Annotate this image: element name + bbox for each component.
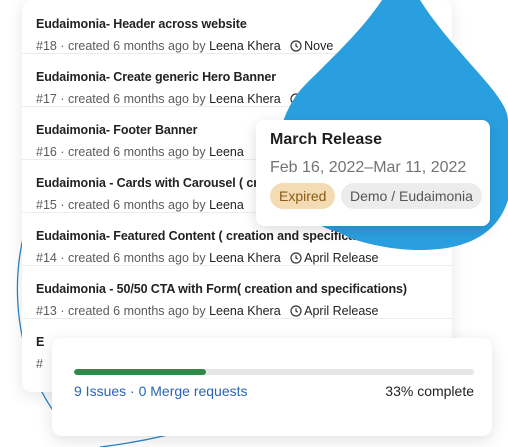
issue-title[interactable]: Eudaimonia - Cards with Carousel ( creat <box>36 176 276 190</box>
issue-author[interactable]: Leena Khera <box>209 251 281 265</box>
issue-item[interactable]: Eudaimonia- Header across website #18 · … <box>22 0 452 54</box>
issue-created: · created 6 months ago by <box>60 145 206 159</box>
issue-meta: #17 · created 6 months ago by Leena Kher… <box>36 92 304 106</box>
issue-number: #16 <box>36 145 57 159</box>
issue-meta: #18 · created 6 months ago by Leena Kher… <box>36 39 333 53</box>
issue-title[interactable]: Eudaimonia- Featured Content ( creation … <box>36 229 389 243</box>
issue-meta: #13 · created 6 months ago by Leena Kher… <box>36 304 378 318</box>
issue-created: · created 6 months ago by <box>60 304 206 318</box>
progress-bar-fill <box>74 369 206 375</box>
clock-icon <box>290 252 302 264</box>
issue-title[interactable]: E <box>36 335 44 349</box>
issue-meta: #15 · created 6 months ago by Leena <box>36 198 244 212</box>
issue-milestone[interactable]: Nove <box>304 39 333 53</box>
issue-meta: #14 · created 6 months ago by Leena Kher… <box>36 251 378 265</box>
milestone-title[interactable]: March Release <box>270 131 382 149</box>
issue-title[interactable]: Eudaimonia - 50/50 CTA with Form( creati… <box>36 282 407 296</box>
issue-number: #18 <box>36 39 57 53</box>
issue-title[interactable]: Eudaimonia- Header across website <box>36 17 247 31</box>
issue-number: #15 <box>36 198 57 212</box>
project-badge[interactable]: Demo / Eudaimonia <box>341 183 482 209</box>
issue-number: #14 <box>36 251 57 265</box>
issue-title[interactable]: Eudaimonia- Footer Banner <box>36 123 198 137</box>
issue-meta: # <box>36 357 43 371</box>
issue-author[interactable]: Leena Khera <box>209 92 281 106</box>
issue-created: · created 6 months ago by <box>60 39 206 53</box>
issue-author[interactable]: Leena Khera <box>209 304 281 318</box>
issue-title[interactable]: Eudaimonia- Create generic Hero Banner <box>36 70 276 84</box>
issue-number: # <box>36 357 43 371</box>
clock-icon <box>290 40 302 52</box>
issue-created: · created 6 months ago by <box>60 251 206 265</box>
issue-number: #17 <box>36 92 57 106</box>
milestone-progress-card: 9 Issues · 0 Merge requests 33% complete <box>52 338 492 436</box>
issue-author[interactable]: Leena Khera <box>209 39 281 53</box>
issue-number: #13 <box>36 304 57 318</box>
progress-percent: 33% complete <box>385 383 474 399</box>
issue-item[interactable]: Eudaimonia - 50/50 CTA with Form( creati… <box>22 265 452 319</box>
clock-icon <box>290 93 302 105</box>
issue-created: · created 6 months ago by <box>60 198 206 212</box>
milestone-popover: March Release Feb 16, 2022–Mar 11, 2022 … <box>256 120 490 226</box>
expired-badge: Expired <box>270 183 336 209</box>
issue-created: · created 6 months ago by <box>60 92 206 106</box>
issue-author[interactable]: Leena <box>209 198 244 212</box>
issue-item[interactable]: Eudaimonia- Create generic Hero Banner #… <box>22 53 452 107</box>
issue-author[interactable]: Leena <box>209 145 244 159</box>
progress-bar <box>74 369 474 375</box>
milestone-dates: Feb 16, 2022–Mar 11, 2022 <box>270 159 467 176</box>
issue-milestone[interactable]: April Release <box>304 304 378 318</box>
issues-mr-link[interactable]: 9 Issues · 0 Merge requests <box>74 383 248 399</box>
issue-meta: #16 · created 6 months ago by Leena <box>36 145 244 159</box>
issue-milestone[interactable]: April Release <box>304 251 378 265</box>
clock-icon <box>290 305 302 317</box>
